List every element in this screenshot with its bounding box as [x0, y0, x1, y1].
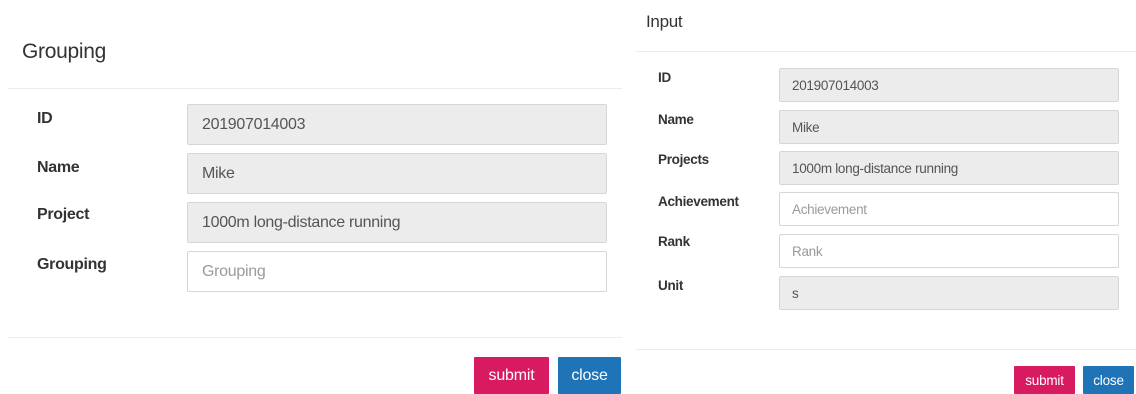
footer-divider	[636, 349, 1136, 350]
project-label: Project	[37, 206, 90, 223]
projects-label: Projects	[658, 152, 709, 167]
grouping-input[interactable]: Grouping	[187, 251, 607, 292]
input-dialog: Input ID 201907014003 Name Mike Projects…	[636, 0, 1136, 394]
submit-button[interactable]: submit	[1014, 366, 1075, 394]
rank-input[interactable]: Rank	[779, 234, 1119, 268]
name-field[interactable]: Mike	[187, 153, 607, 194]
rank-label: Rank	[658, 234, 690, 249]
name-label: Name	[37, 159, 80, 176]
unit-field[interactable]: s	[779, 276, 1119, 310]
dialog-title: Input	[646, 12, 683, 31]
unit-label: Unit	[658, 278, 684, 293]
achievement-input[interactable]: Achievement	[779, 192, 1119, 226]
id-field[interactable]: 201907014003	[779, 68, 1119, 102]
name-label: Name	[658, 112, 694, 127]
project-field[interactable]: 1000m long-distance running	[187, 202, 607, 243]
id-label: ID	[658, 70, 671, 85]
close-button[interactable]: close	[1083, 366, 1134, 394]
id-label: ID	[37, 110, 53, 127]
name-field[interactable]: Mike	[779, 110, 1119, 144]
projects-field[interactable]: 1000m long-distance running	[779, 151, 1119, 185]
header-divider	[8, 88, 622, 89]
grouping-label: Grouping	[37, 256, 107, 273]
close-button[interactable]: close	[558, 357, 621, 394]
submit-button[interactable]: submit	[474, 357, 549, 394]
header-divider	[636, 51, 1136, 52]
achievement-label: Achievement	[658, 194, 739, 209]
dialog-title: Grouping	[22, 40, 106, 63]
id-field[interactable]: 201907014003	[187, 104, 607, 145]
grouping-dialog: Grouping ID 201907014003 Name Mike Proje…	[0, 0, 630, 394]
footer-divider	[8, 337, 622, 338]
